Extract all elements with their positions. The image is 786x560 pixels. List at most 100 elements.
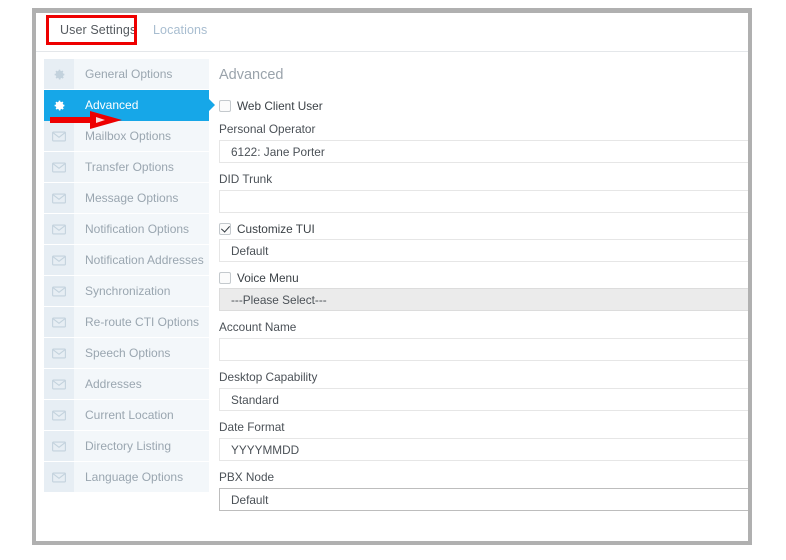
pbx-node-value: Default: [231, 492, 269, 507]
envelope-icon-svg: [52, 410, 66, 420]
field-desktop-capability: Desktop Capability Standard: [219, 370, 748, 411]
envelope-icon-svg: [52, 224, 66, 234]
field-account-name: Account Name: [219, 320, 748, 361]
envelope-icon: [44, 276, 74, 306]
envelope-icon: [44, 152, 74, 182]
desktop-capability-label: Desktop Capability: [219, 370, 318, 384]
voice-menu-checkbox[interactable]: [219, 272, 231, 284]
envelope-icon: [44, 245, 74, 275]
envelope-icon: [44, 431, 74, 461]
settings-sidebar: General Options Advanced Mailbox Options Tr…: [44, 59, 215, 493]
date-format-label: Date Format: [219, 420, 285, 434]
envelope-icon: [44, 121, 74, 151]
customize-tui-row[interactable]: Customize TUI: [219, 222, 742, 236]
field-pbx-node: PBX Node Default: [219, 470, 748, 511]
sidebar-item-transfer-options[interactable]: Transfer Options: [44, 152, 209, 183]
voice-menu-row[interactable]: Voice Menu: [219, 271, 742, 285]
application-window: User Settings Locations General Options A…: [32, 8, 752, 545]
date-format-select[interactable]: YYYYMMDD: [219, 438, 748, 461]
sidebar-item-mailbox-options[interactable]: Mailbox Options: [44, 121, 209, 152]
sidebar-item-general-options[interactable]: General Options: [44, 59, 209, 90]
sidebar-item-language-options[interactable]: Language Options: [44, 462, 209, 493]
envelope-icon-svg: [52, 317, 66, 327]
personal-operator-label: Personal Operator: [219, 122, 316, 136]
page-title: Advanced: [219, 67, 284, 83]
sidebar-item-directory-listing[interactable]: Directory Listing: [44, 431, 209, 462]
tab-bar: User Settings Locations: [36, 13, 748, 52]
sidebar-item-label: Notification Options: [85, 222, 190, 236]
gear-icon: [44, 90, 74, 120]
sidebar-item-label: Directory Listing: [85, 439, 172, 453]
customize-tui-label: Customize TUI: [237, 222, 315, 236]
customize-tui-checkbox[interactable]: [219, 223, 231, 235]
envelope-icon-svg: [52, 379, 66, 389]
voice-menu-select[interactable]: ---Please Select---: [219, 288, 748, 311]
sidebar-item-label: Notification Addresses: [85, 253, 204, 267]
sidebar-item-current-location[interactable]: Current Location: [44, 400, 209, 431]
gear-icon: [44, 59, 74, 89]
envelope-icon: [44, 183, 74, 213]
sidebar-item-message-options[interactable]: Message Options: [44, 183, 209, 214]
sidebar-item-synchronization[interactable]: Synchronization: [44, 276, 209, 307]
did-trunk-input[interactable]: [219, 190, 748, 213]
web-client-user-label: Web Client User: [237, 99, 323, 113]
envelope-icon-svg: [52, 286, 66, 296]
sidebar-item-label: Transfer Options: [85, 160, 174, 174]
field-did-trunk: DID Trunk: [219, 172, 748, 213]
personal-operator-value: 6122: Jane Porter: [231, 144, 325, 159]
sidebar-item-label: Current Location: [85, 408, 174, 422]
envelope-icon: [44, 214, 74, 244]
personal-operator-select[interactable]: 6122: Jane Porter: [219, 140, 748, 163]
web-client-user-row[interactable]: Web Client User: [219, 99, 742, 113]
envelope-icon-svg: [52, 441, 66, 451]
sidebar-item-re-route-cti-options[interactable]: Re-route CTI Options: [44, 307, 209, 338]
envelope-icon: [44, 307, 74, 337]
sidebar-item-notification-addresses[interactable]: Notification Addresses: [44, 245, 209, 276]
gear-icon-svg: [54, 100, 64, 111]
account-name-input[interactable]: [219, 338, 748, 361]
field-web-client-user: Web Client User: [219, 99, 742, 113]
sidebar-item-label: Speech Options: [85, 346, 171, 360]
envelope-icon-svg: [52, 162, 66, 172]
pbx-node-label: PBX Node: [219, 470, 275, 484]
sidebar-item-advanced[interactable]: Advanced: [44, 90, 215, 121]
sidebar-item-label: Message Options: [85, 191, 179, 205]
did-trunk-label: DID Trunk: [219, 172, 273, 186]
customize-tui-select[interactable]: Default: [219, 239, 748, 262]
envelope-icon-svg: [52, 255, 66, 265]
sidebar-item-addresses[interactable]: Addresses: [44, 369, 209, 400]
sidebar-item-label: Mailbox Options: [85, 129, 172, 143]
field-personal-operator: Personal Operator 6122: Jane Porter: [219, 122, 748, 163]
app-screenshot: User Settings Locations General Options A…: [0, 0, 786, 560]
sidebar-item-notification-options[interactable]: Notification Options: [44, 214, 209, 245]
sidebar-item-label: Re-route CTI Options: [85, 315, 200, 329]
field-voice-menu: Voice Menu ---Please Select---: [219, 271, 748, 311]
gear-icon-svg: [54, 69, 64, 80]
pbx-node-select[interactable]: Default: [219, 488, 748, 511]
voice-menu-value: ---Please Select---: [231, 292, 327, 307]
tab-locations[interactable]: Locations: [153, 23, 207, 37]
account-name-label: Account Name: [219, 320, 297, 334]
envelope-icon-svg: [52, 472, 66, 482]
envelope-icon: [44, 400, 74, 430]
sidebar-item-label: Addresses: [85, 377, 142, 391]
sidebar-item-label: General Options: [85, 67, 173, 81]
desktop-capability-select[interactable]: Standard: [219, 388, 748, 411]
envelope-icon-svg: [52, 348, 66, 358]
field-date-format: Date Format YYYYMMDD: [219, 420, 748, 461]
sidebar-item-label: Language Options: [85, 470, 184, 484]
sidebar-item-label: Advanced: [85, 98, 139, 112]
envelope-icon: [44, 369, 74, 399]
date-format-value: YYYYMMDD: [231, 442, 300, 457]
envelope-icon: [44, 338, 74, 368]
sidebar-item-label: Synchronization: [85, 284, 171, 298]
customize-tui-value: Default: [231, 243, 269, 258]
envelope-icon-svg: [52, 131, 66, 141]
web-client-user-checkbox[interactable]: [219, 100, 231, 112]
voice-menu-label: Voice Menu: [237, 271, 299, 285]
sidebar-item-speech-options[interactable]: Speech Options: [44, 338, 209, 369]
desktop-capability-value: Standard: [231, 392, 279, 407]
field-customize-tui: Customize TUI Default: [219, 222, 748, 262]
tab-user-settings[interactable]: User Settings: [60, 23, 136, 37]
envelope-icon: [44, 462, 74, 492]
